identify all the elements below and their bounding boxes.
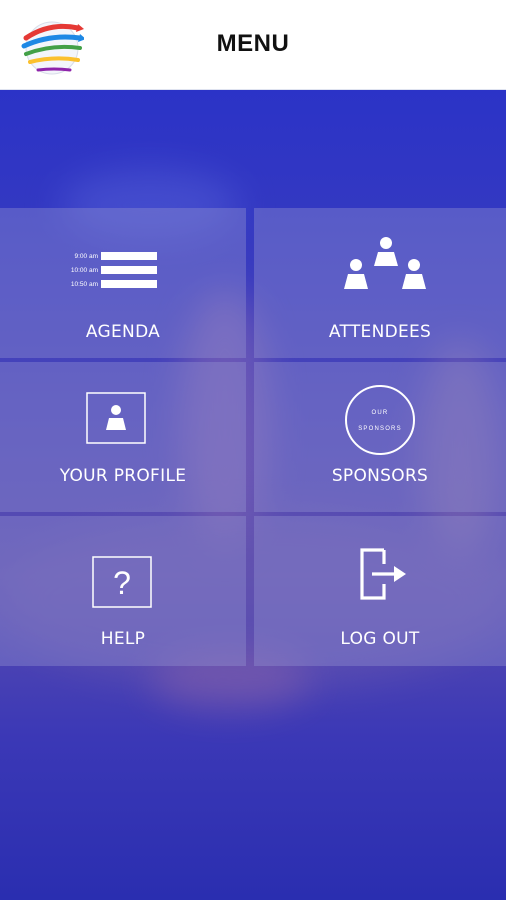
menu-tile-help[interactable]: ? HELP <box>0 516 246 666</box>
menu-label-logout: LOG OUT <box>340 629 420 649</box>
sponsors-badge-bottom: SPONSORS <box>358 426 402 432</box>
menu-label-attendees: ATTENDEES <box>328 322 432 342</box>
people-group-icon <box>344 237 426 289</box>
menu-label-profile: YOUR PROFILE <box>59 466 187 486</box>
profile-card-icon <box>86 392 146 444</box>
menu-label-sponsors: SPONSORS <box>331 466 429 486</box>
menu-label-help: HELP <box>100 629 146 649</box>
menu-tile-agenda[interactable]: 9:00 am 10:00 am 10:50 am AGENDA <box>0 208 246 358</box>
menu-tile-profile[interactable]: YOUR PROFILE <box>0 362 246 512</box>
agenda-schedule-icon: 9:00 am 10:00 am 10:50 am <box>71 252 157 288</box>
menu-tile-attendees[interactable]: ATTENDEES <box>254 208 506 358</box>
sponsors-badge-top: OUR <box>372 410 389 416</box>
app-header: MENU <box>0 0 506 90</box>
logout-door-icon <box>360 548 406 600</box>
agenda-time-2: 10:00 am <box>71 267 98 274</box>
menu-tile-logout[interactable]: LOG OUT <box>254 516 506 666</box>
help-question-icon: ? <box>92 556 152 608</box>
agenda-time-3: 10:50 am <box>71 281 98 288</box>
page-title: MENU <box>216 30 290 57</box>
help-glyph: ? <box>113 565 131 601</box>
sponsors-badge-icon: OUR SPONSORS <box>345 385 415 455</box>
menu-label-agenda: AGENDA <box>85 322 161 342</box>
agenda-time-1: 9:00 am <box>75 253 99 260</box>
menu-tile-sponsors[interactable]: OUR SPONSORS SPONSORS <box>254 362 506 512</box>
